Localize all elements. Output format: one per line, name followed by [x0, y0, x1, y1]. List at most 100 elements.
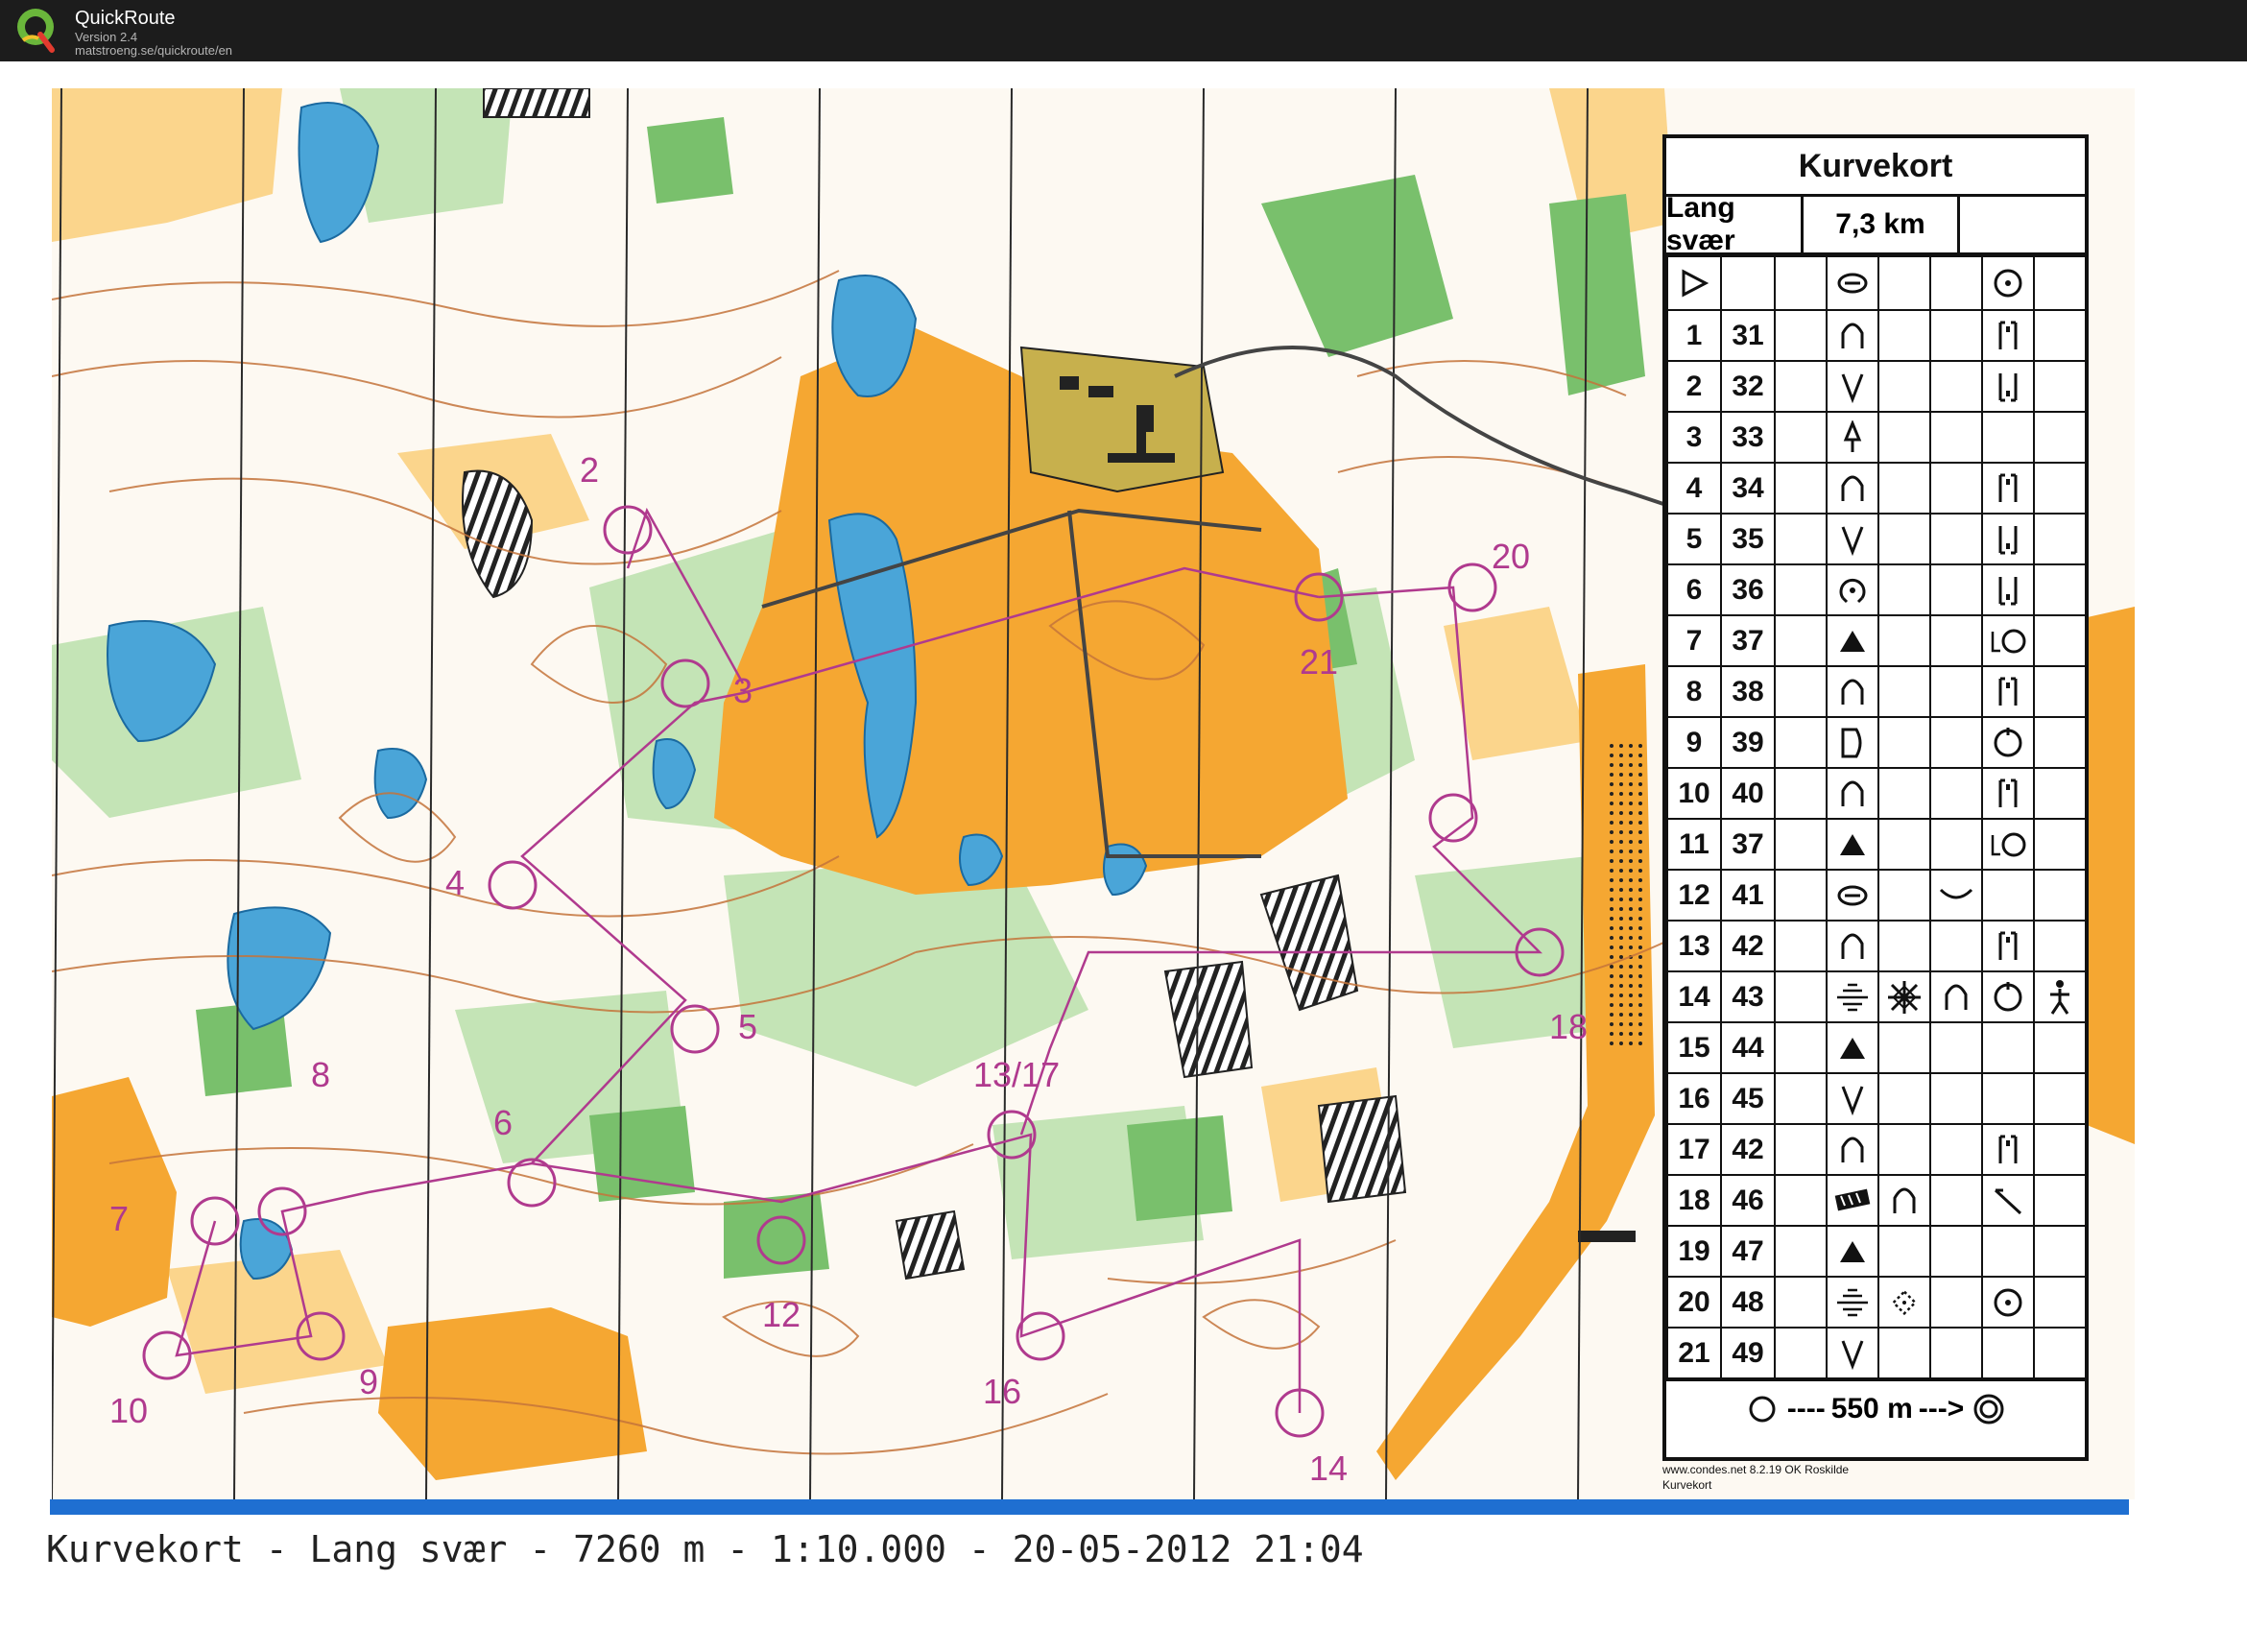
- control-code: 49: [1720, 1327, 1776, 1379]
- knoll-icon: [1826, 1123, 1879, 1176]
- control-label-6: 6: [493, 1103, 513, 1142]
- control-label-13-17: 13/17: [973, 1055, 1060, 1094]
- boulder-icon: [1826, 614, 1879, 667]
- thicket-icon: [1877, 970, 1931, 1023]
- boulder-icon: [1826, 1021, 1879, 1074]
- cliff-icon: [1826, 716, 1879, 769]
- depression-icon: [1826, 360, 1879, 413]
- start-triangle-icon: [1666, 255, 1722, 311]
- app-url-link[interactable]: matstroeng.se/quickroute/en: [75, 43, 232, 58]
- control-number: 17: [1666, 1123, 1722, 1176]
- map-caption: Kurvekort - Lang svær - 7260 m - 1:10.00…: [46, 1528, 1364, 1570]
- map-divider-bar: [50, 1499, 2129, 1515]
- foot-icon: [1981, 970, 2035, 1023]
- control-number: 8: [1666, 665, 1722, 718]
- control-row: 20 48: [1666, 1276, 2087, 1329]
- corner-icon: [1981, 1174, 2035, 1227]
- control-descriptions-table: 1 31 2 32 3 33 4 34 5 35 6 36 7 37 8 38 9 39 10 40 11 37 12 41 1…: [1666, 255, 2087, 1379]
- control-number: 4: [1666, 462, 1722, 515]
- between-low-icon: [1981, 563, 2035, 616]
- control-number: 14: [1666, 970, 1722, 1023]
- control-code: 32: [1720, 360, 1776, 413]
- control-number: 13: [1666, 920, 1722, 972]
- depression-icon: [1826, 513, 1879, 565]
- control-number: 10: [1666, 767, 1722, 820]
- person-icon: [2033, 970, 2087, 1023]
- control-number: 2: [1666, 360, 1722, 413]
- control-row: 21 49: [1666, 1327, 2087, 1379]
- course-length: 7,3 km: [1804, 197, 1960, 252]
- foot-icon: [1981, 716, 2035, 769]
- control-number: 18: [1666, 1174, 1722, 1227]
- control-row: 9 39: [1666, 716, 2087, 769]
- control-label-14: 14: [1309, 1448, 1348, 1488]
- finish-start-circle-icon: [1749, 1396, 1776, 1423]
- control-code: 48: [1720, 1276, 1776, 1329]
- control-row: 2 32: [1666, 360, 2087, 413]
- between-icon: [1981, 309, 2035, 362]
- app-titlebar: QuickRoute Version 2.4 matstroeng.se/qui…: [0, 0, 2247, 61]
- description-header: Kurvekort: [1666, 138, 2085, 197]
- control-number: 3: [1666, 411, 1722, 464]
- between-icon: [1981, 1123, 2035, 1176]
- pit-icon: [1826, 563, 1879, 616]
- elongated-knoll-icon: [1826, 255, 1879, 311]
- control-row: 5 35: [1666, 513, 2087, 565]
- bend-icon: [1929, 869, 1983, 922]
- control-code: 37: [1720, 818, 1776, 871]
- control-number: 12: [1666, 869, 1722, 922]
- between-low-icon: [1981, 513, 2035, 565]
- control-row: 6 36: [1666, 563, 2087, 616]
- knoll-icon: [1877, 1174, 1931, 1227]
- control-number: 6: [1666, 563, 1722, 616]
- depression-icon: [1826, 1327, 1879, 1379]
- finish-row: ---- 550 m --->: [1666, 1379, 2085, 1437]
- knoll-icon: [1826, 920, 1879, 972]
- control-row: 19 47: [1666, 1225, 2087, 1278]
- control-row: 1 31: [1666, 309, 2087, 362]
- knoll-icon: [1826, 767, 1879, 820]
- control-description-sheet: Kurvekort Lang svær 7,3 km 1 31 2 32 3 33 4 3: [1662, 134, 2089, 1461]
- lower-part-icon: [1981, 614, 2035, 667]
- course-info-row: Lang svær 7,3 km: [1666, 192, 2085, 256]
- between-icon: [1981, 920, 2035, 972]
- control-label-3: 3: [733, 671, 753, 710]
- control-code: 43: [1720, 970, 1776, 1023]
- boulder-icon: [1826, 1225, 1879, 1278]
- control-label-5: 5: [738, 1007, 757, 1046]
- control-row: 11 37: [1666, 818, 2087, 871]
- depression-icon: [1826, 1072, 1879, 1125]
- control-code: 40: [1720, 767, 1776, 820]
- control-row: 3 33: [1666, 411, 2087, 464]
- control-code: 42: [1720, 1123, 1776, 1176]
- between-icon: [1981, 462, 2035, 515]
- app-version: Version 2.4: [75, 30, 138, 44]
- control-number: 5: [1666, 513, 1722, 565]
- control-circle-icon: [1981, 255, 2035, 311]
- marsh-icon: [1826, 1276, 1879, 1329]
- control-row: 12 41: [1666, 869, 2087, 922]
- control-code: 36: [1720, 563, 1776, 616]
- control-row: 8 38: [1666, 665, 2087, 718]
- control-code: 35: [1720, 513, 1776, 565]
- control-label-10: 10: [109, 1391, 148, 1430]
- control-code: 47: [1720, 1225, 1776, 1278]
- course-name: Lang svær: [1666, 192, 1804, 256]
- control-number: 15: [1666, 1021, 1722, 1074]
- control-label-18: 18: [1549, 1007, 1588, 1046]
- control-label-8: 8: [311, 1055, 330, 1094]
- marsh-icon: [1826, 970, 1879, 1023]
- finish-double-circle-icon: [1973, 1394, 2004, 1425]
- knoll-icon: [1826, 462, 1879, 515]
- control-label-12: 12: [762, 1295, 801, 1334]
- control-number: 19: [1666, 1225, 1722, 1278]
- control-code: 45: [1720, 1072, 1776, 1125]
- control-code: 34: [1720, 462, 1776, 515]
- control-row: 16 45: [1666, 1072, 2087, 1125]
- control-row: 18 46: [1666, 1174, 2087, 1227]
- control-row: 17 42: [1666, 1123, 2087, 1176]
- condes-footer-course: Kurvekort: [1662, 1478, 1712, 1492]
- lower-part-icon: [1981, 818, 2035, 871]
- control-code: 39: [1720, 716, 1776, 769]
- control-code: 44: [1720, 1021, 1776, 1074]
